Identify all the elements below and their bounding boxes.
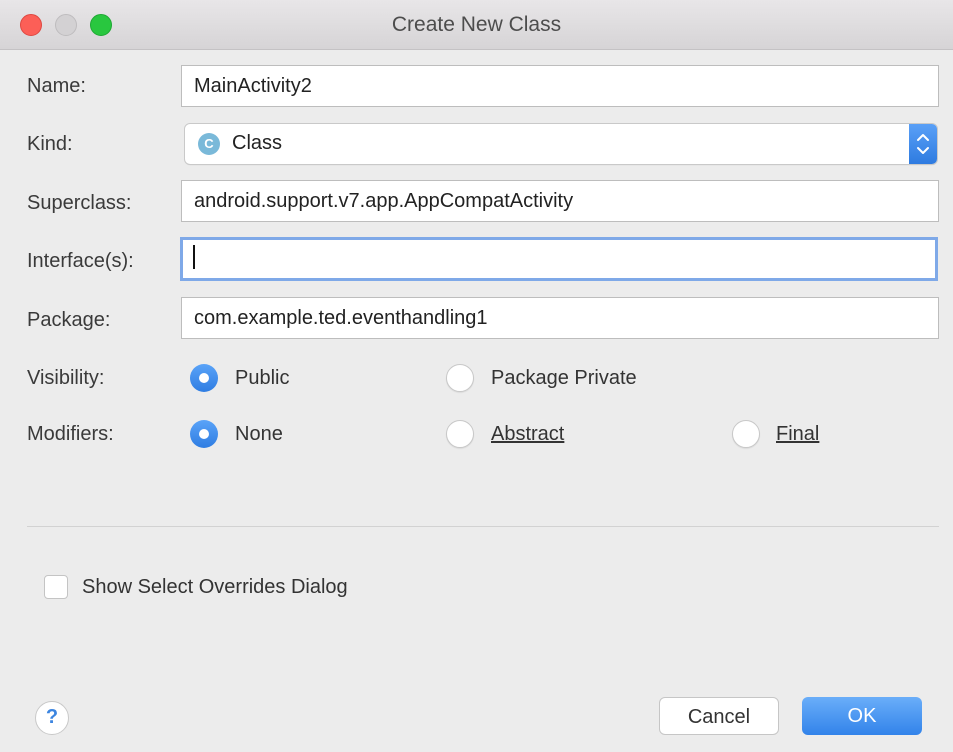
visibility-package-private-label[interactable]: Package Private xyxy=(491,367,637,390)
create-new-class-dialog: Create New Class Name: MainActivity2 Kin… xyxy=(0,0,953,752)
select-stepper[interactable] xyxy=(909,124,937,164)
interfaces-label: Interface(s): xyxy=(27,250,134,272)
modifier-none-radio[interactable] xyxy=(190,420,218,448)
name-label: Name: xyxy=(27,75,86,97)
visibility-public-radio[interactable] xyxy=(190,364,218,392)
modifiers-label: Modifiers: xyxy=(27,423,114,445)
visibility-label: Visibility: xyxy=(27,367,105,389)
title-bar: Create New Class xyxy=(0,0,953,50)
visibility-package-private-radio[interactable] xyxy=(446,364,474,392)
modifier-abstract-radio[interactable] xyxy=(446,420,474,448)
kind-selected-value: Class xyxy=(232,132,283,154)
superclass-label: Superclass: xyxy=(27,192,132,214)
show-overrides-label[interactable]: Show Select Overrides Dialog xyxy=(82,576,348,599)
interfaces-field[interactable] xyxy=(180,237,938,281)
name-field[interactable]: MainActivity2 xyxy=(181,65,939,107)
ok-button[interactable]: OK xyxy=(802,697,922,735)
modifier-final-radio[interactable] xyxy=(732,420,760,448)
kind-select[interactable]: C Class xyxy=(185,124,937,164)
chevron-updown-icon xyxy=(917,134,929,154)
superclass-field[interactable]: android.support.v7.app.AppCompatActivity xyxy=(181,180,939,222)
kind-label: Kind: xyxy=(27,133,73,155)
modifier-none-label[interactable]: None xyxy=(235,423,283,446)
modifier-final-label[interactable]: Final xyxy=(776,423,819,446)
help-button[interactable]: ? xyxy=(35,701,69,735)
cancel-button[interactable]: Cancel xyxy=(659,697,779,735)
class-icon: C xyxy=(198,133,220,155)
window-title: Create New Class xyxy=(391,13,562,36)
divider xyxy=(27,526,939,527)
package-field[interactable]: com.example.ted.eventhandling1 xyxy=(181,297,939,339)
package-label: Package: xyxy=(27,309,111,331)
modifier-abstract-label[interactable]: Abstract xyxy=(491,423,564,446)
text-caret xyxy=(193,244,195,269)
visibility-public-label[interactable]: Public xyxy=(235,367,289,390)
show-overrides-checkbox[interactable] xyxy=(44,575,68,599)
